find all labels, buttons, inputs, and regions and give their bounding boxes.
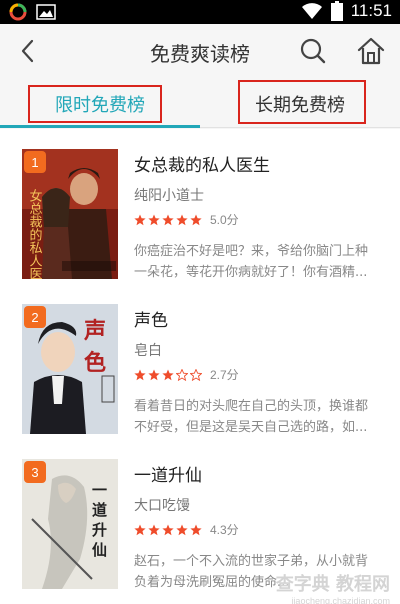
book-cover: 声 色 2 — [22, 304, 118, 434]
star-filled-icon — [148, 524, 160, 535]
search-icon[interactable] — [298, 36, 328, 66]
star-empty-icon — [190, 368, 202, 381]
star-filled-icon — [190, 524, 202, 535]
list-item[interactable]: 声 色 2 声色 皂白 2.7分 看着昔日的对头爬在自己的头顶，换谁都不好受，但… — [0, 284, 400, 439]
watermark: 查字典 教程网 jiaocheng.chazidian.com — [276, 570, 390, 604]
highlight-box-left — [28, 85, 162, 123]
home-icon[interactable] — [355, 36, 387, 66]
svg-text:一: 一 — [92, 481, 107, 499]
svg-text:道: 道 — [92, 501, 107, 519]
book-title: 一道升仙 — [134, 466, 202, 486]
book-author: 纯阳小道士 — [134, 188, 204, 204]
star-filled-icon — [134, 524, 146, 535]
book-description: 你癌症治不好是吧？来，爷给你脑门上种一朵花，等花开你病就好了！你有酒精... — [134, 244, 369, 280]
ranking-tabs: 限时免费榜 长期免费榜 — [0, 80, 400, 128]
svg-text:仙: 仙 — [92, 541, 107, 559]
book-cover: 一 道 升 仙 3 — [22, 459, 118, 589]
star-rating: 4.3分 — [134, 521, 239, 538]
book-title: 女总裁的私人医生 — [134, 156, 270, 176]
wifi-icon — [301, 3, 322, 19]
svg-text:升: 升 — [92, 521, 107, 539]
rank-badge: 1 — [24, 151, 46, 173]
star-rating: 2.7分 — [134, 366, 239, 383]
star-filled-icon — [190, 214, 202, 225]
book-title: 声色 — [134, 311, 168, 331]
rank-badge: 3 — [24, 461, 46, 483]
rating-score: 4.3分 — [210, 523, 239, 537]
star-empty-icon — [176, 368, 188, 381]
rank-badge: 2 — [24, 306, 46, 328]
svg-text:声: 声 — [83, 319, 106, 344]
star-filled-icon — [162, 369, 174, 380]
image-icon — [36, 4, 56, 20]
title-bar: 免费爽读榜 — [0, 24, 400, 80]
svg-text:女总裁的私人医生: 女总裁的私人医生 — [27, 188, 43, 279]
star-filled-icon — [148, 369, 160, 380]
star-filled-icon — [176, 524, 188, 535]
star-filled-icon — [162, 524, 174, 535]
list-item[interactable]: 女总裁的私人医生 1 女总裁的私人医生 纯阳小道士 5.0分 你癌症治不好是吧？… — [0, 129, 400, 284]
book-author: 皂白 — [134, 343, 162, 359]
book-list: 女总裁的私人医生 1 女总裁的私人医生 纯阳小道士 5.0分 你癌症治不好是吧？… — [0, 129, 400, 604]
rating-score: 5.0分 — [210, 213, 239, 227]
watermark-main: 查字典 教程网 — [275, 574, 390, 595]
star-filled-icon — [134, 214, 146, 225]
app-icon — [9, 3, 27, 21]
status-bar: 11:51 — [0, 0, 400, 24]
star-filled-icon — [148, 214, 160, 225]
clock: 11:51 — [350, 1, 392, 20]
rating-score: 2.7分 — [210, 368, 239, 382]
star-filled-icon — [134, 369, 146, 380]
highlight-box-right — [238, 80, 366, 124]
book-description: 看着昔日的对头爬在自己的头顶，换谁都不好受，但是这是吴天自己选的路，如... — [134, 399, 369, 435]
star-rating: 5.0分 — [134, 211, 239, 228]
book-author: 大口吃馒 — [134, 498, 190, 514]
book-cover: 女总裁的私人医生 1 — [22, 149, 118, 279]
page-title: 免费爽读榜 — [150, 42, 250, 66]
svg-text:色: 色 — [84, 350, 106, 376]
star-filled-icon — [176, 214, 188, 225]
battery-icon — [330, 1, 343, 21]
active-tab-indicator — [0, 125, 200, 128]
star-filled-icon — [162, 214, 174, 225]
watermark-sub: jiaocheng.chazidian.com — [291, 596, 390, 604]
